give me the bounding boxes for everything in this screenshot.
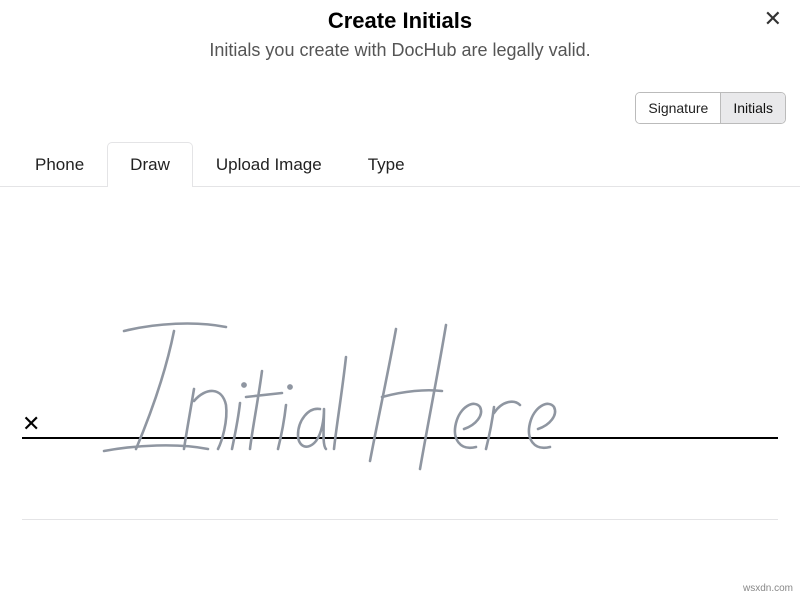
modal-title: Create Initials (0, 8, 800, 34)
tab-upload-image[interactable]: Upload Image (193, 142, 345, 187)
modal-subtitle: Initials you create with DocHub are lega… (0, 40, 800, 61)
mode-initials[interactable]: Initials (720, 93, 785, 123)
tab-phone[interactable]: Phone (12, 142, 107, 187)
mode-signature[interactable]: Signature (636, 93, 720, 123)
watermark: wsxdn.com (740, 582, 796, 595)
tab-type[interactable]: Type (345, 142, 428, 187)
draw-canvas[interactable]: ✕ (0, 307, 800, 439)
close-icon[interactable]: ✕ (764, 8, 782, 30)
input-method-tabs: Phone Draw Upload Image Type (0, 141, 800, 187)
tab-draw[interactable]: Draw (107, 142, 193, 187)
canvas-placeholder (46, 307, 778, 437)
mode-toggle: Signature Initials (635, 92, 786, 124)
clear-icon[interactable]: ✕ (22, 413, 46, 437)
divider (22, 519, 778, 520)
